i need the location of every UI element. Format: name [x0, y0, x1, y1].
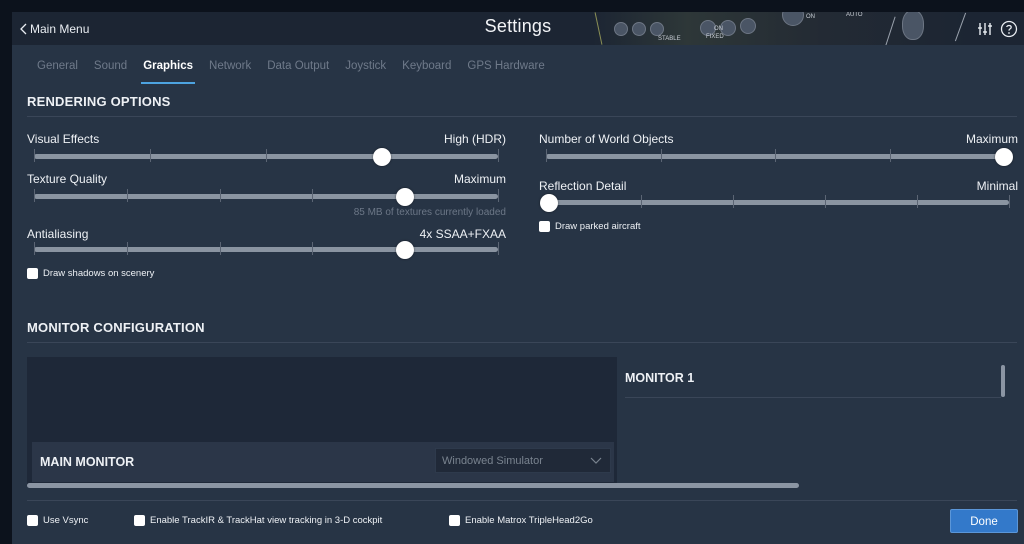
- sliders-icon[interactable]: [976, 20, 994, 38]
- world-objects-slider[interactable]: [546, 148, 1013, 166]
- texture-quality-value: Maximum: [453, 172, 506, 186]
- title-bar: ON STABLE FIXED ON AUTO Main Menu Settin…: [12, 12, 1024, 45]
- use-vsync-checkbox[interactable]: Use Vsync: [27, 515, 88, 526]
- world-objects-value: Maximum: [965, 132, 1018, 146]
- checkbox-box[interactable]: [134, 515, 145, 526]
- checkbox-box[interactable]: [539, 221, 550, 232]
- slider-tick: [733, 195, 734, 208]
- horizontal-scrollbar[interactable]: [27, 483, 799, 488]
- checkbox-box[interactable]: [27, 515, 38, 526]
- trackir-label: Enable TrackIR & TrackHat view tracking …: [150, 515, 383, 526]
- slider-tick: [266, 149, 267, 162]
- help-icon[interactable]: [1000, 20, 1018, 38]
- draw-shadows-label: Draw shadows on scenery: [43, 268, 155, 279]
- rendering-options-heading: RENDERING OPTIONS: [27, 94, 171, 109]
- tab-network[interactable]: Network: [209, 60, 251, 80]
- slider-handle[interactable]: [396, 188, 415, 206]
- slider-tick: [312, 189, 314, 202]
- slider-tick: [498, 189, 499, 202]
- monitor-mode-dropdown[interactable]: Windowed Simulator: [435, 448, 611, 473]
- tab-general[interactable]: General: [37, 60, 78, 80]
- main-monitor-title: MAIN MONITOR: [40, 455, 135, 469]
- draw-parked-aircraft-label: Draw parked aircraft: [555, 221, 641, 232]
- slider-track[interactable]: [549, 200, 1009, 205]
- footer-divider: [27, 500, 1017, 501]
- antialiasing-slider[interactable]: [34, 241, 499, 259]
- main-monitor-panel: MAIN MONITOR Windowed Simulator: [32, 442, 614, 482]
- tab-joystick[interactable]: Joystick: [345, 60, 386, 80]
- slider-tick: [660, 149, 662, 162]
- slider-handle[interactable]: [540, 194, 558, 212]
- slider-tick: [126, 189, 128, 202]
- slider-tick: [498, 242, 499, 255]
- matrox-label: Enable Matrox TripleHead2Go: [465, 515, 593, 526]
- slider-tick: [34, 149, 35, 162]
- draw-parked-aircraft-checkbox[interactable]: Draw parked aircraft: [539, 221, 641, 232]
- slider-tick: [917, 195, 918, 208]
- section-divider: [27, 342, 1017, 343]
- slider-tick: [126, 242, 128, 255]
- slider-tick: [889, 149, 891, 162]
- matrox-checkbox[interactable]: Enable Matrox TripleHead2Go: [449, 515, 593, 526]
- section-divider: [625, 397, 1001, 398]
- slider-tick: [34, 242, 35, 255]
- slider-handle[interactable]: [995, 148, 1013, 166]
- antialiasing-value: 4x SSAA+FXAA: [419, 227, 506, 241]
- slider-tick: [546, 149, 547, 162]
- monitor-layout-area: MAIN MONITOR Windowed Simulator MONITOR …: [27, 357, 1011, 492]
- slider-track[interactable]: [34, 247, 498, 252]
- slider-tick: [219, 242, 221, 255]
- visual-effects-slider[interactable]: [34, 148, 499, 166]
- slider-handle[interactable]: [396, 241, 415, 259]
- monitor-1-panel: MONITOR 1: [617, 357, 1011, 485]
- slider-tick: [825, 195, 826, 208]
- texture-quality-label: Texture Quality: [27, 172, 108, 186]
- slider-tick: [498, 149, 499, 162]
- settings-window: ON STABLE FIXED ON AUTO Main Menu Settin…: [12, 12, 1024, 544]
- slider-tick: [34, 189, 35, 202]
- settings-tabs: General Sound Graphics Network Data Outp…: [37, 60, 561, 84]
- world-objects-label: Number of World Objects: [539, 132, 674, 146]
- slider-tick: [219, 189, 221, 202]
- done-button[interactable]: Done: [950, 509, 1018, 533]
- slider-track[interactable]: [34, 194, 498, 199]
- monitor-configuration-heading: MONITOR CONFIGURATION: [27, 320, 205, 335]
- slider-handle[interactable]: [373, 148, 391, 166]
- draw-shadows-checkbox[interactable]: Draw shadows on scenery: [27, 268, 154, 279]
- tab-graphics[interactable]: Graphics: [141, 60, 195, 84]
- page-title: Settings: [484, 16, 552, 36]
- chevron-down-icon: [590, 457, 602, 464]
- texture-quality-slider[interactable]: [34, 188, 499, 206]
- checkbox-box[interactable]: [449, 515, 460, 526]
- slider-tick: [775, 149, 776, 162]
- reflection-detail-value: Minimal: [976, 179, 1018, 193]
- trackir-checkbox[interactable]: Enable TrackIR & TrackHat view tracking …: [134, 515, 382, 526]
- slider-tick: [1009, 195, 1010, 208]
- tab-sound[interactable]: Sound: [94, 60, 127, 80]
- tab-keyboard[interactable]: Keyboard: [402, 60, 451, 80]
- vertical-scrollbar[interactable]: [1001, 365, 1005, 397]
- antialiasing-label: Antialiasing: [27, 227, 89, 241]
- monitor-mode-value: Windowed Simulator: [442, 455, 543, 467]
- slider-tick: [150, 149, 151, 162]
- reflection-detail-slider[interactable]: [540, 194, 1010, 212]
- use-vsync-label: Use Vsync: [43, 515, 89, 526]
- monitor-1-title: MONITOR 1: [625, 371, 695, 385]
- slider-tick: [641, 195, 642, 208]
- section-divider: [27, 116, 1017, 117]
- tab-data-output[interactable]: Data Output: [267, 60, 329, 80]
- checkbox-box[interactable]: [27, 268, 38, 279]
- reflection-detail-label: Reflection Detail: [539, 179, 627, 193]
- tab-gps-hardware[interactable]: GPS Hardware: [467, 60, 544, 80]
- slider-tick: [312, 242, 314, 255]
- texture-memory-note: 85 MB of textures currently loaded: [353, 207, 506, 218]
- visual-effects-label: Visual Effects: [27, 132, 100, 146]
- monitor-preview-pane: MAIN MONITOR Windowed Simulator: [27, 357, 617, 485]
- visual-effects-value: High (HDR): [443, 132, 506, 146]
